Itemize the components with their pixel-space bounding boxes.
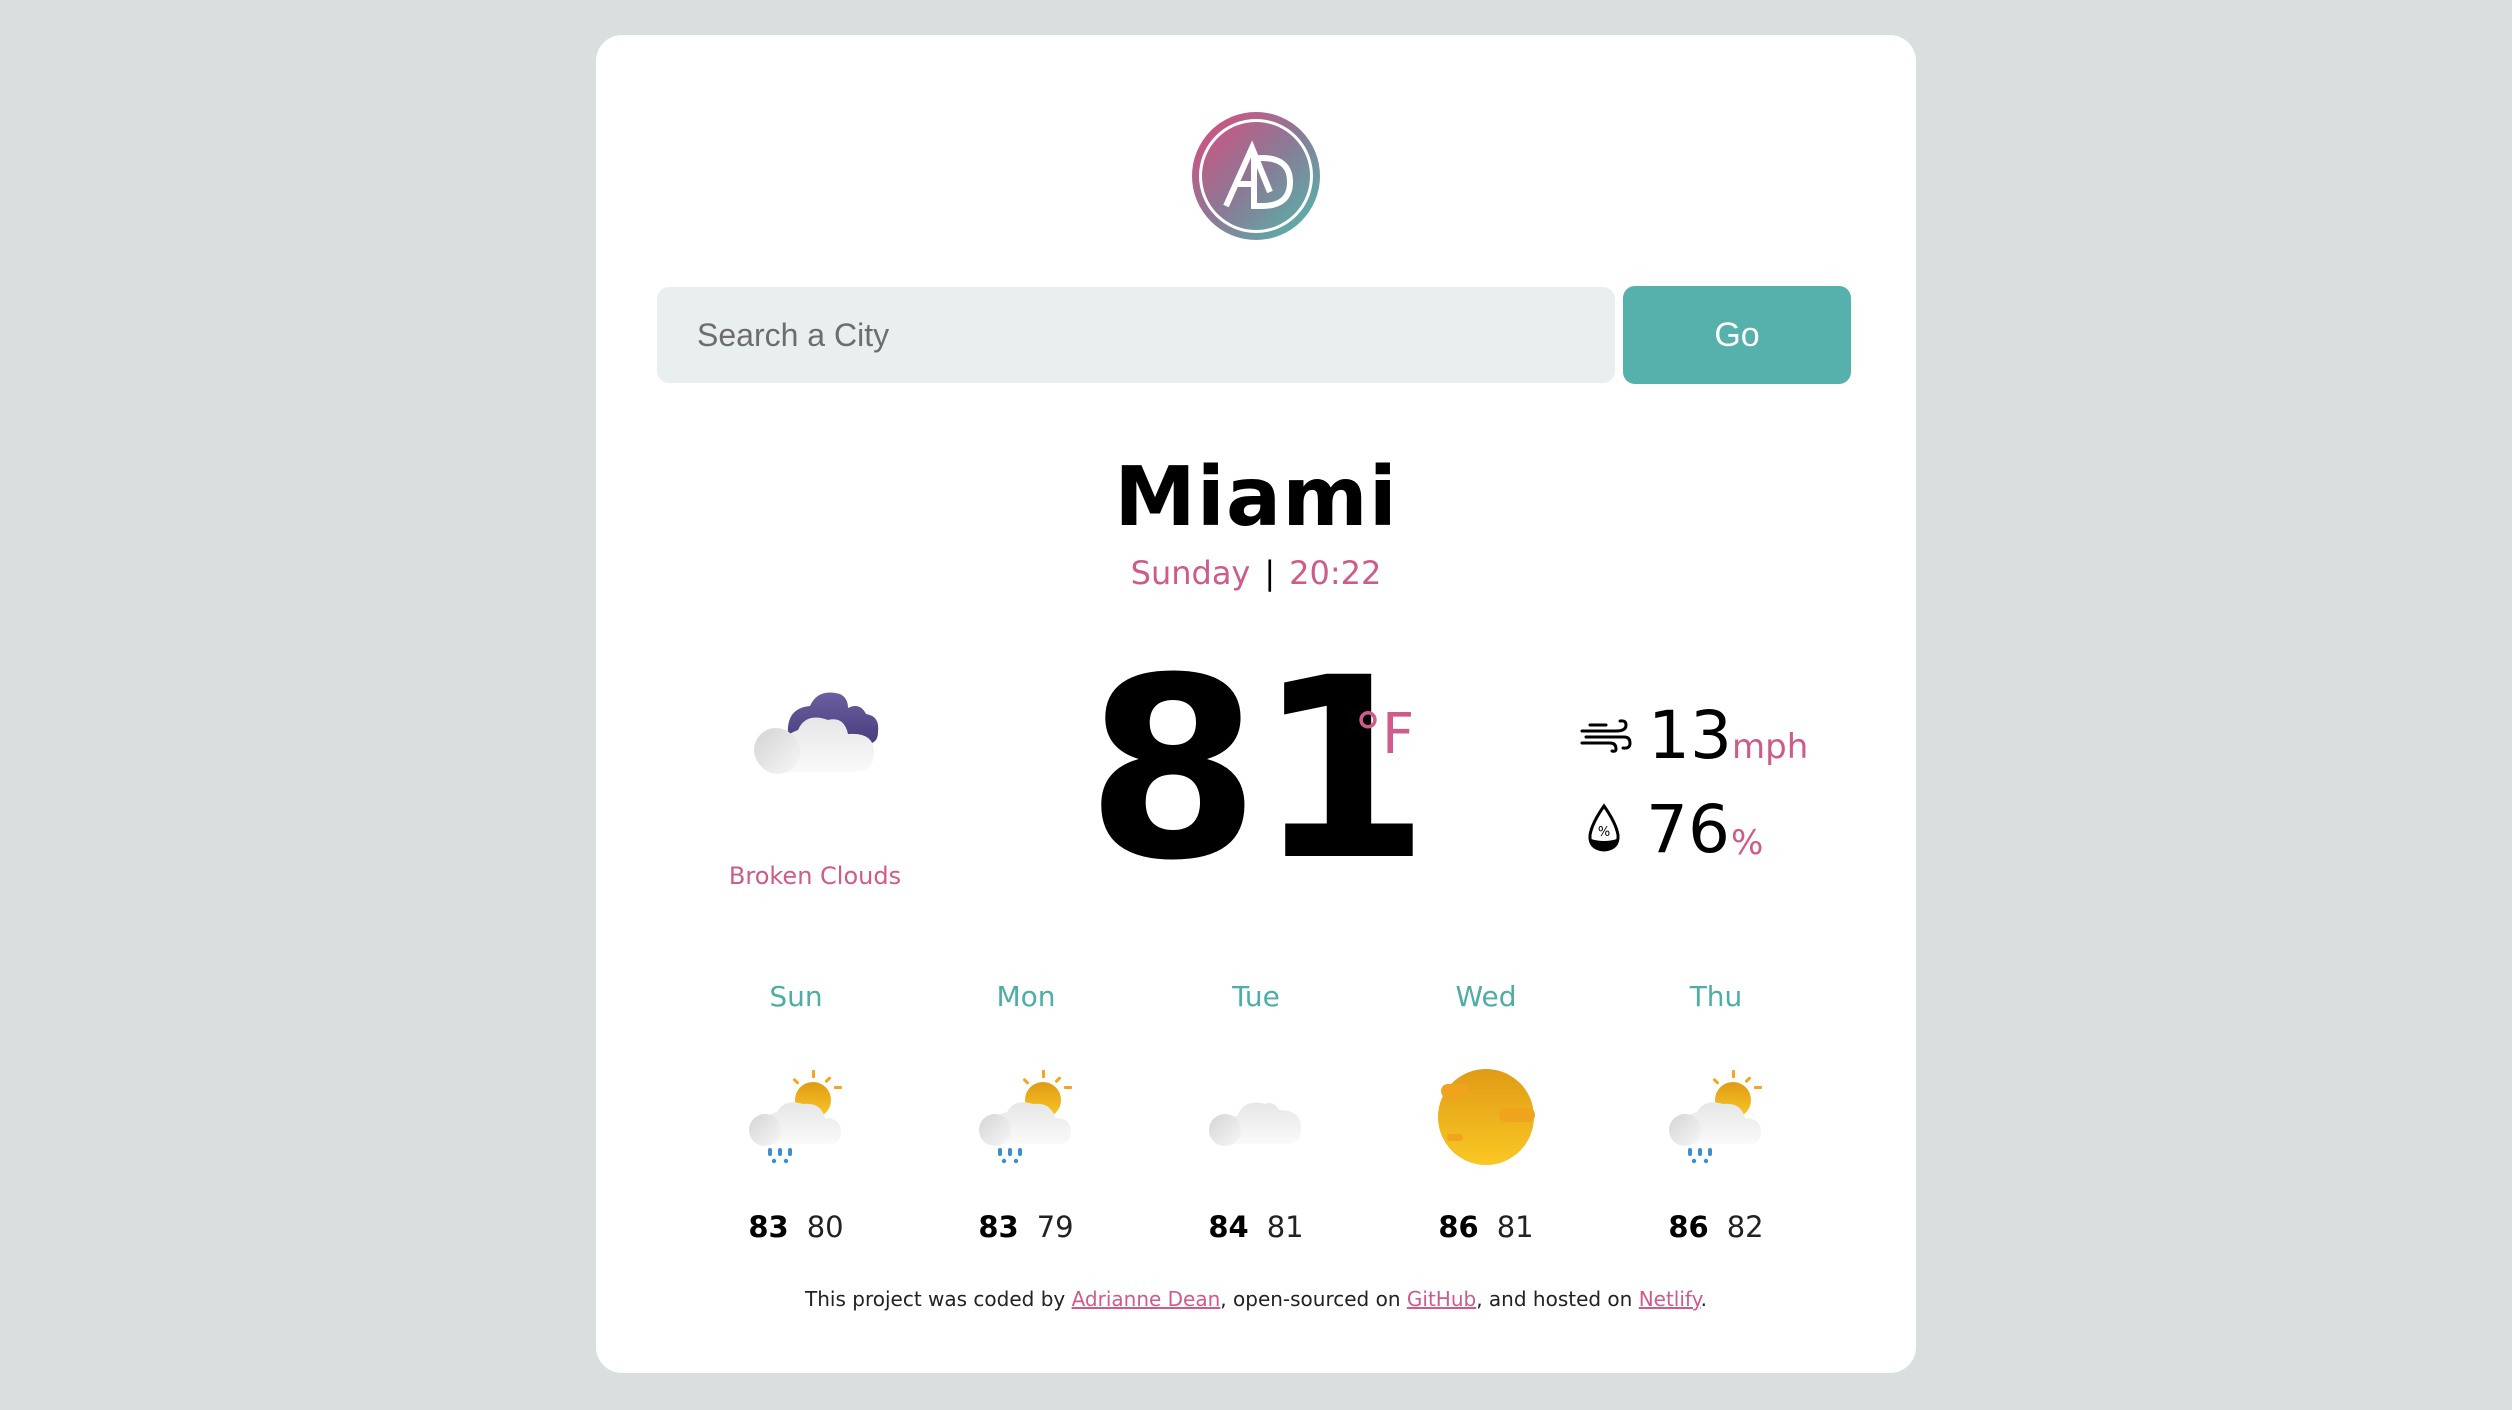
forecast-temps: 86 81 xyxy=(1376,1210,1596,1244)
forecast-temps: 83 80 xyxy=(686,1210,906,1244)
forecast-temps: 83 79 xyxy=(916,1210,1136,1244)
forecast-high: 83 xyxy=(978,1210,1019,1244)
footer-text: This project was coded by xyxy=(805,1287,1072,1311)
city-name: Miami xyxy=(1114,450,1398,545)
footer-text: , open-sourced on xyxy=(1220,1287,1407,1311)
logo-icon[interactable] xyxy=(1192,112,1320,240)
sun-icon xyxy=(1438,1069,1535,1165)
forecast-day-label: Mon xyxy=(996,980,1056,1013)
temperature-unit[interactable]: °F xyxy=(1354,702,1414,767)
date-time-separator: | xyxy=(1264,554,1276,592)
forecast-temps: 84 81 xyxy=(1146,1210,1366,1244)
wind-unit: mph xyxy=(1732,727,1809,767)
footer: This project was coded by Adrianne Dean,… xyxy=(596,1287,1916,1311)
footer-text: , and hosted on xyxy=(1476,1287,1639,1311)
weather-card: Go Miami Sunday | 20:22 Broken Clouds 81 °… xyxy=(596,35,1916,1373)
forecast-low: 79 xyxy=(1036,1210,1074,1244)
forecast-day-label: Wed xyxy=(1455,980,1517,1013)
rain-sun-cloud-icon xyxy=(979,1070,1072,1164)
go-button[interactable]: Go xyxy=(1623,286,1851,384)
forecast-low: 81 xyxy=(1266,1210,1304,1244)
cloud-icon xyxy=(1209,1102,1301,1146)
forecast-high: 84 xyxy=(1208,1210,1249,1244)
city-search-input[interactable] xyxy=(657,287,1615,383)
forecast-low: 80 xyxy=(806,1210,844,1244)
footer-text: . xyxy=(1700,1287,1707,1311)
condition-label: Broken Clouds xyxy=(728,862,902,890)
broken-clouds-icon xyxy=(754,692,879,774)
humidity-drop-icon: % xyxy=(1588,803,1620,852)
forecast-high: 83 xyxy=(748,1210,789,1244)
rain-sun-cloud-icon xyxy=(749,1070,842,1164)
forecast-high: 86 xyxy=(1668,1210,1709,1244)
forecast-day: Thu 86 82 xyxy=(1606,980,1826,1244)
forecast-day: Mon 83 79 xyxy=(916,980,1136,1244)
forecast-low: 81 xyxy=(1496,1210,1534,1244)
svg-text:%: % xyxy=(1598,825,1610,840)
author-link[interactable]: Adrianne Dean xyxy=(1072,1287,1221,1311)
forecast-temps: 86 82 xyxy=(1606,1210,1826,1244)
humidity-unit: % xyxy=(1731,823,1764,863)
github-link[interactable]: GitHub xyxy=(1407,1287,1476,1311)
wind-icon xyxy=(1580,719,1632,753)
netlify-link[interactable]: Netlify xyxy=(1639,1287,1701,1311)
date-time: Sunday | 20:22 xyxy=(596,554,1916,592)
forecast-day: Wed 86 81 xyxy=(1376,980,1596,1244)
forecast-day-label: Tue xyxy=(1232,980,1280,1013)
forecast-day-label: Thu xyxy=(1689,980,1743,1013)
wind-speed: 13 xyxy=(1648,697,1732,774)
rain-sun-cloud-icon xyxy=(1669,1070,1762,1164)
current-temperature: 81 xyxy=(1086,624,1430,915)
forecast-day: Sun 83 80 xyxy=(686,980,906,1244)
humidity-value: 76 xyxy=(1646,791,1730,868)
current-time: 20:22 xyxy=(1289,554,1382,592)
forecast-high: 86 xyxy=(1438,1210,1479,1244)
current-day: Sunday xyxy=(1130,554,1251,592)
forecast-low: 82 xyxy=(1726,1210,1764,1244)
forecast-day-label: Sun xyxy=(769,980,823,1013)
forecast-day: Tue 84 81 xyxy=(1146,980,1366,1244)
